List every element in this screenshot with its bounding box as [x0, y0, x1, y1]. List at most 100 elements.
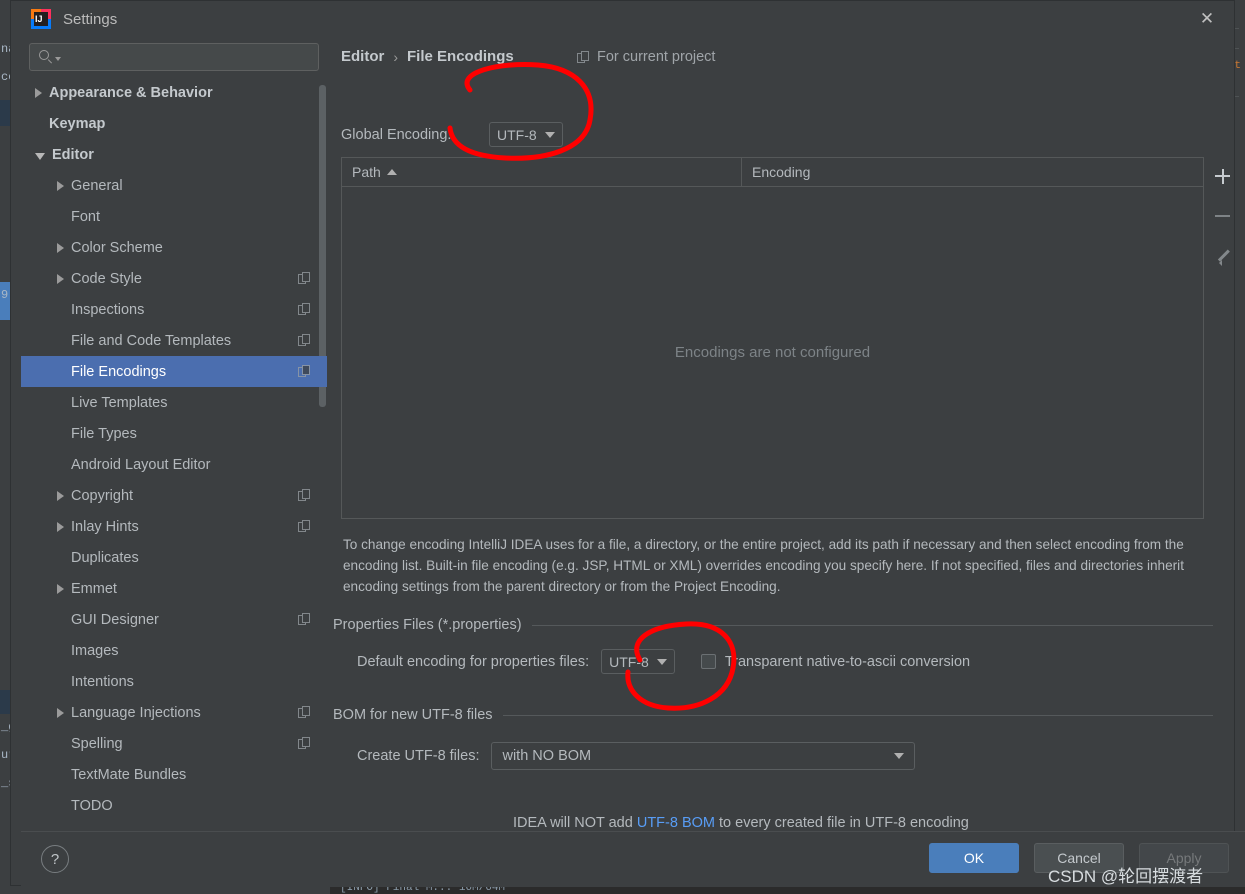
- search-container: [21, 37, 327, 71]
- sidebar-item-label: Android Layout Editor: [71, 456, 211, 473]
- properties-encoding-dropdown[interactable]: UTF-8: [601, 649, 675, 674]
- project-scope-icon: [298, 272, 311, 285]
- remove-encoding-button[interactable]: [1212, 205, 1234, 227]
- chevron-right-icon[interactable]: [57, 521, 64, 532]
- sidebar-item-android-layout-editor[interactable]: Android Layout Editor: [21, 449, 327, 480]
- sidebar-item-keymap[interactable]: Keymap: [21, 108, 327, 139]
- settings-sidebar: Appearance & Behavior Keymap Editor General…: [21, 37, 327, 831]
- sidebar-item-color-scheme[interactable]: Color Scheme: [21, 232, 327, 263]
- column-header-path[interactable]: Path: [342, 158, 742, 186]
- column-header-encoding[interactable]: Encoding: [742, 158, 1203, 186]
- sidebar-item-language-injections[interactable]: Language Injections: [21, 697, 327, 728]
- chevron-right-icon[interactable]: [57, 242, 64, 253]
- chevron-down-icon: [544, 131, 555, 138]
- search-box[interactable]: [29, 43, 319, 71]
- project-scope-icon: [298, 737, 311, 750]
- transparent-conversion-checkbox[interactable]: [700, 654, 716, 669]
- sidebar-item-label: Emmet: [71, 580, 117, 597]
- search-input[interactable]: [65, 49, 310, 65]
- project-scope-icon: [577, 50, 590, 64]
- search-icon: [38, 49, 54, 65]
- chevron-down-icon: [656, 658, 667, 665]
- project-scope-icon: [298, 489, 311, 502]
- sidebar-item-copyright[interactable]: Copyright: [21, 480, 327, 511]
- sidebar-item-intentions[interactable]: Intentions: [21, 666, 327, 697]
- global-encoding-row: Global Encoding: UTF-8: [341, 122, 563, 147]
- global-encoding-dropdown[interactable]: UTF-8: [489, 122, 563, 147]
- sidebar-item-appearance-behavior[interactable]: Appearance & Behavior: [21, 77, 327, 108]
- help-button[interactable]: ?: [41, 845, 69, 873]
- bom-section-header: BOM for new UTF-8 files: [333, 707, 1213, 723]
- sidebar-item-textmate-bundles[interactable]: TextMate Bundles: [21, 759, 327, 790]
- create-utf8-dropdown[interactable]: with NO BOM: [491, 742, 916, 770]
- create-utf8-row: Create UTF-8 files: with NO BOM: [357, 742, 916, 770]
- dialog-titlebar: IJ Settings ✕: [11, 1, 1234, 37]
- properties-encoding-label: Default encoding for properties files:: [357, 653, 590, 670]
- sidebar-item-font[interactable]: Font: [21, 201, 327, 232]
- csdn-watermark: CSDN @轮回摆渡者: [1048, 867, 1204, 886]
- transparent-conversion-label: Transparent native-to-ascii conversion: [724, 653, 971, 670]
- sidebar-item-general[interactable]: General: [21, 170, 327, 201]
- ok-button[interactable]: OK: [929, 843, 1019, 873]
- sidebar-item-images[interactable]: Images: [21, 635, 327, 666]
- sidebar-item-inspections[interactable]: Inspections: [21, 294, 327, 325]
- column-header-encoding-label: Encoding: [752, 164, 811, 180]
- column-header-path-label: Path: [352, 164, 381, 180]
- section-divider: [502, 714, 1213, 716]
- sidebar-item-emmet[interactable]: Emmet: [21, 573, 327, 604]
- sidebar-item-label: Inlay Hints: [71, 518, 139, 535]
- properties-section-header: Properties Files (*.properties): [333, 617, 1213, 633]
- sidebar-item-inlay-hints[interactable]: Inlay Hints: [21, 511, 327, 542]
- sidebar-item-label: GUI Designer: [71, 611, 159, 628]
- sidebar-item-live-templates[interactable]: Live Templates: [21, 387, 327, 418]
- sidebar-item-spelling[interactable]: Spelling: [21, 728, 327, 759]
- add-encoding-button[interactable]: [1212, 165, 1234, 187]
- sidebar-item-code-style[interactable]: Code Style: [21, 263, 327, 294]
- chevron-right-icon[interactable]: [35, 87, 42, 98]
- sidebar-item-todo[interactable]: TODO: [21, 790, 327, 821]
- create-utf8-label: Create UTF-8 files:: [357, 748, 480, 764]
- create-utf8-value: with NO BOM: [502, 748, 592, 764]
- sidebar-item-label: Editor: [52, 146, 94, 163]
- sidebar-item-label: Images: [71, 642, 119, 659]
- sidebar-item-label: TextMate Bundles: [71, 766, 187, 783]
- chevron-right-icon[interactable]: [57, 583, 64, 594]
- utf8-bom-link[interactable]: UTF-8 BOM: [637, 815, 715, 831]
- dialog-title: Settings: [63, 10, 118, 28]
- sidebar-item-duplicates[interactable]: Duplicates: [21, 542, 327, 573]
- for-current-project-label: For current project: [577, 49, 715, 65]
- chevron-right-icon[interactable]: [57, 490, 64, 501]
- sidebar-item-file-and-code-templates[interactable]: File and Code Templates: [21, 325, 327, 356]
- properties-encoding-value: UTF-8: [609, 653, 649, 670]
- chevron-right-icon[interactable]: [57, 180, 64, 191]
- project-scope-icon: [298, 520, 311, 533]
- intellij-idea-logo-icon: IJ: [31, 9, 51, 29]
- sidebar-item-label: Font: [71, 208, 101, 225]
- sidebar-item-gui-designer[interactable]: GUI Designer: [21, 604, 327, 635]
- file-encodings-pane: Editor › File Encodings For current proj…: [331, 37, 1236, 831]
- breadcrumb-parent[interactable]: Editor: [341, 48, 384, 65]
- transparent-conversion-row[interactable]: Transparent native-to-ascii conversion: [700, 653, 971, 670]
- breadcrumb-current: File Encodings: [407, 48, 514, 65]
- plus-icon: [1215, 168, 1230, 184]
- sidebar-item-editor[interactable]: Editor: [21, 139, 327, 170]
- project-scope-icon: [298, 334, 311, 347]
- edit-encoding-button[interactable]: [1212, 245, 1234, 267]
- sort-ascending-icon: [386, 169, 397, 175]
- sidebar-item-label: Code Style: [71, 270, 142, 287]
- sidebar-item-label: Keymap: [49, 115, 106, 132]
- sidebar-item-label: TODO: [71, 797, 113, 814]
- chevron-right-icon[interactable]: [57, 273, 64, 284]
- sidebar-item-file-types[interactable]: File Types: [21, 418, 327, 449]
- sidebar-item-file-encodings[interactable]: File Encodings: [21, 356, 327, 387]
- table-toolbar: [1209, 157, 1236, 267]
- sidebar-item-label: Live Templates: [71, 394, 168, 411]
- sidebar-item-label: File and Code Templates: [71, 332, 232, 349]
- chevron-down-icon[interactable]: [35, 152, 45, 160]
- project-scope-icon: [298, 303, 311, 316]
- sidebar-item-label: Copyright: [71, 487, 134, 504]
- chevron-right-icon[interactable]: [57, 707, 64, 718]
- for-current-project-text: For current project: [597, 49, 716, 65]
- pencil-icon: [1215, 248, 1231, 266]
- close-icon[interactable]: ✕: [1190, 5, 1224, 33]
